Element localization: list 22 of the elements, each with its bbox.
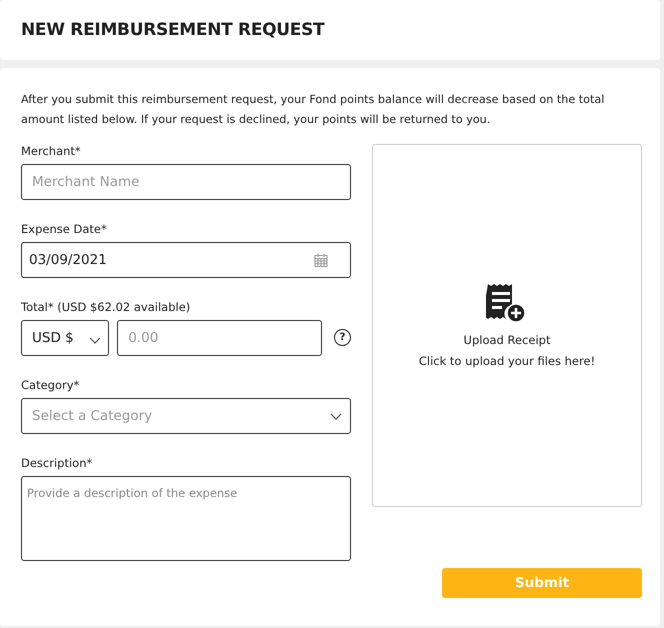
upload-dropzone[interactable]: Upload Receipt Click to upload your files here!	[372, 144, 642, 507]
help-button[interactable]: ?	[334, 329, 351, 346]
field-label: Category*	[21, 378, 80, 391]
field-label: Description*	[21, 456, 94, 469]
page-title: NEW REIMBURSEMENT REQUEST	[21, 20, 324, 40]
chevron-down-icon	[89, 337, 102, 344]
amount-field[interactable]: 0.00	[117, 320, 322, 356]
field-label: Merchant*	[21, 144, 82, 157]
date-value: 03/09/2021	[29, 252, 107, 268]
submit-button[interactable]: Submit	[442, 568, 642, 598]
category-select[interactable]: Select a Category	[21, 398, 351, 434]
field-label: Expense Date*	[21, 222, 108, 235]
upload-title: Upload Receipt	[464, 333, 550, 347]
description-field[interactable]: Provide a description of the expense	[21, 476, 351, 561]
chevron-down-icon	[330, 412, 342, 420]
currency-select[interactable]: USD $	[21, 320, 110, 356]
calendar-icon[interactable]	[314, 253, 328, 267]
date-field[interactable]: 03/09/2021	[21, 242, 351, 278]
intro-text: After you submit this reimbursement request, your Fond points balance will decrease based on the total amount listed below. If your request is declined, your points will be returned to you.	[21, 92, 606, 128]
merchant-field[interactable]: Merchant Name	[21, 164, 351, 200]
upload-hint: Click to upload your files here!	[418, 354, 596, 368]
field-label: Total* (USD $62.02 available)	[21, 300, 192, 313]
